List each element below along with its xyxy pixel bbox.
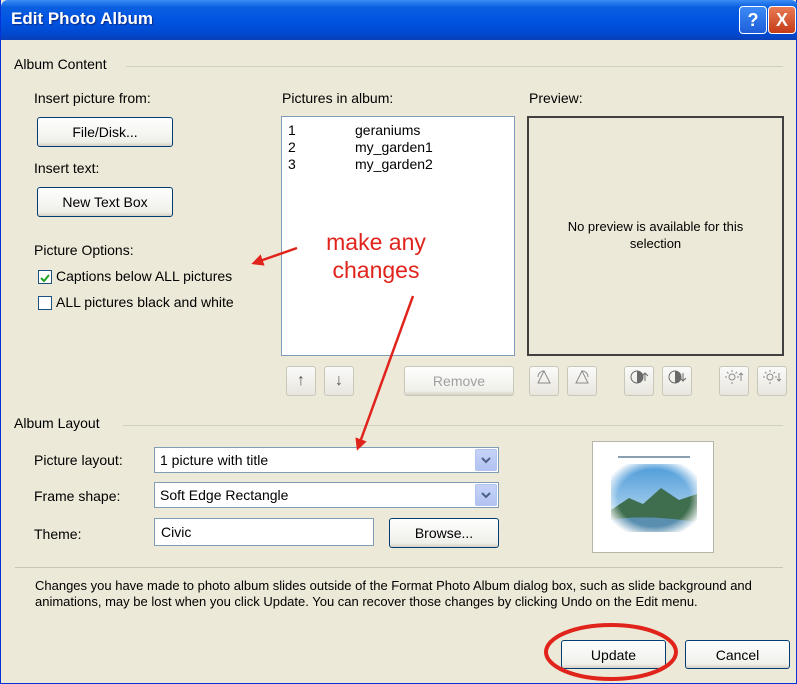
arrow-to-picture-options bbox=[251, 246, 298, 266]
edit-photo-album-dialog: Edit Photo Album ? X Album Content Inser… bbox=[0, 0, 797, 684]
arrow-to-album-layout bbox=[355, 295, 415, 451]
update-highlight-circle bbox=[544, 623, 678, 681]
annotation-arrows bbox=[251, 246, 678, 681]
